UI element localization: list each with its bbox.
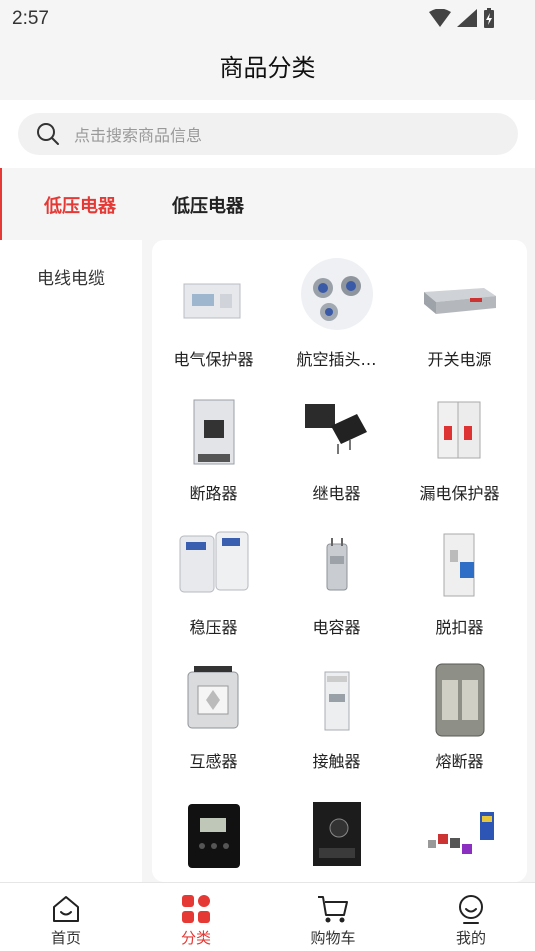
cart-icon [318, 896, 348, 923]
profile-icon [459, 895, 483, 924]
meter-icon [183, 283, 241, 319]
product-label: 继电器 [312, 484, 361, 503]
product-item[interactable]: 断路器 [152, 392, 275, 526]
nav-profile[interactable]: 我的 [421, 893, 521, 948]
tab-low-voltage-active[interactable]: 低压电器 [44, 192, 116, 218]
active-tab-indicator [0, 168, 2, 240]
wifi-icon [429, 9, 451, 27]
stabilizer-icon [179, 531, 249, 593]
product-item[interactable] [152, 794, 275, 882]
product-item[interactable]: 稳压器 [152, 526, 275, 660]
category-icon [182, 895, 210, 923]
product-label: 接触器 [312, 752, 361, 771]
page-title: 商品分类 [219, 54, 316, 82]
sensor-icon [428, 812, 494, 854]
product-label: 稳压器 [189, 618, 238, 637]
contactor-icon [324, 671, 350, 731]
status-time: 2:57 [12, 8, 49, 29]
nav-category-label: 分类 [180, 929, 211, 947]
product-label: 航空插头… [296, 350, 377, 369]
nav-category[interactable]: 分类 [146, 893, 246, 948]
product-item[interactable]: 漏电保护器 [398, 392, 521, 526]
status-icons [429, 8, 495, 28]
product-item[interactable] [275, 794, 398, 882]
rcd-icon [437, 401, 481, 459]
home-icon [53, 896, 79, 922]
nav-profile-label: 我的 [455, 929, 486, 947]
controller-icon [188, 804, 240, 868]
fuse-icon [435, 663, 485, 737]
product-label: 互感器 [189, 752, 238, 771]
product-item[interactable]: 熔断器 [398, 660, 521, 794]
transformer-icon [187, 666, 239, 729]
product-label: 电容器 [312, 618, 361, 637]
nav-cart-label: 购物车 [310, 929, 356, 947]
nav-home[interactable]: 首页 [16, 893, 116, 948]
breaker-icon [193, 399, 235, 465]
power-supply-icon [424, 288, 496, 314]
product-label: 熔断器 [435, 752, 484, 771]
product-item[interactable]: 电容器 [275, 526, 398, 660]
product-item[interactable]: 接触器 [275, 660, 398, 794]
product-label: 漏电保护器 [419, 484, 500, 503]
side-nav-item-cables[interactable]: 电线电缆 [0, 264, 142, 289]
signal-icon [457, 9, 477, 27]
side-nav: 电线电缆 [0, 240, 142, 882]
trip-unit-icon [443, 533, 475, 597]
product-label: 开关电源 [427, 350, 492, 369]
product-item[interactable] [398, 794, 521, 882]
product-item[interactable]: 电气保护器 [152, 258, 275, 392]
nav-cart[interactable]: 购物车 [283, 893, 383, 948]
search-placeholder: 点击搜索商品信息 [74, 126, 203, 145]
battery-charging-icon [484, 8, 494, 28]
relay-icon [305, 404, 367, 454]
product-item[interactable]: 互感器 [152, 660, 275, 794]
product-label: 脱扣器 [435, 618, 484, 637]
capacitor-icon [326, 538, 348, 591]
product-item[interactable]: 开关电源 [398, 258, 521, 392]
product-item[interactable]: 继电器 [275, 392, 398, 526]
category-tabs: 低压电器 低压电器 [0, 168, 535, 240]
status-bar: 2:57 [0, 0, 535, 36]
product-grid-panel: 电气保护器 航空插头… 开关电源 断路器 继电器 漏电保护器 稳压器 电容器 脱… [152, 240, 527, 882]
product-label: 断路器 [189, 484, 238, 503]
product-item[interactable]: 脱扣器 [398, 526, 521, 660]
connector-icon [301, 258, 373, 330]
nav-home-label: 首页 [50, 929, 81, 947]
product-label: 电气保护器 [173, 350, 254, 369]
header: 商品分类 [0, 36, 535, 100]
search-input[interactable]: 点击搜索商品信息 [18, 113, 518, 155]
tab-low-voltage[interactable]: 低压电器 [172, 192, 244, 218]
search-bar: 点击搜索商品信息 [0, 100, 535, 168]
search-icon [37, 123, 59, 145]
speed-controller-icon [313, 802, 361, 866]
product-item[interactable]: 航空插头… [275, 258, 398, 392]
product-grid: 电气保护器 航空插头… 开关电源 断路器 继电器 漏电保护器 稳压器 电容器 脱… [152, 258, 527, 882]
bottom-nav: 首页 分类 购物车 我的 [0, 882, 535, 951]
